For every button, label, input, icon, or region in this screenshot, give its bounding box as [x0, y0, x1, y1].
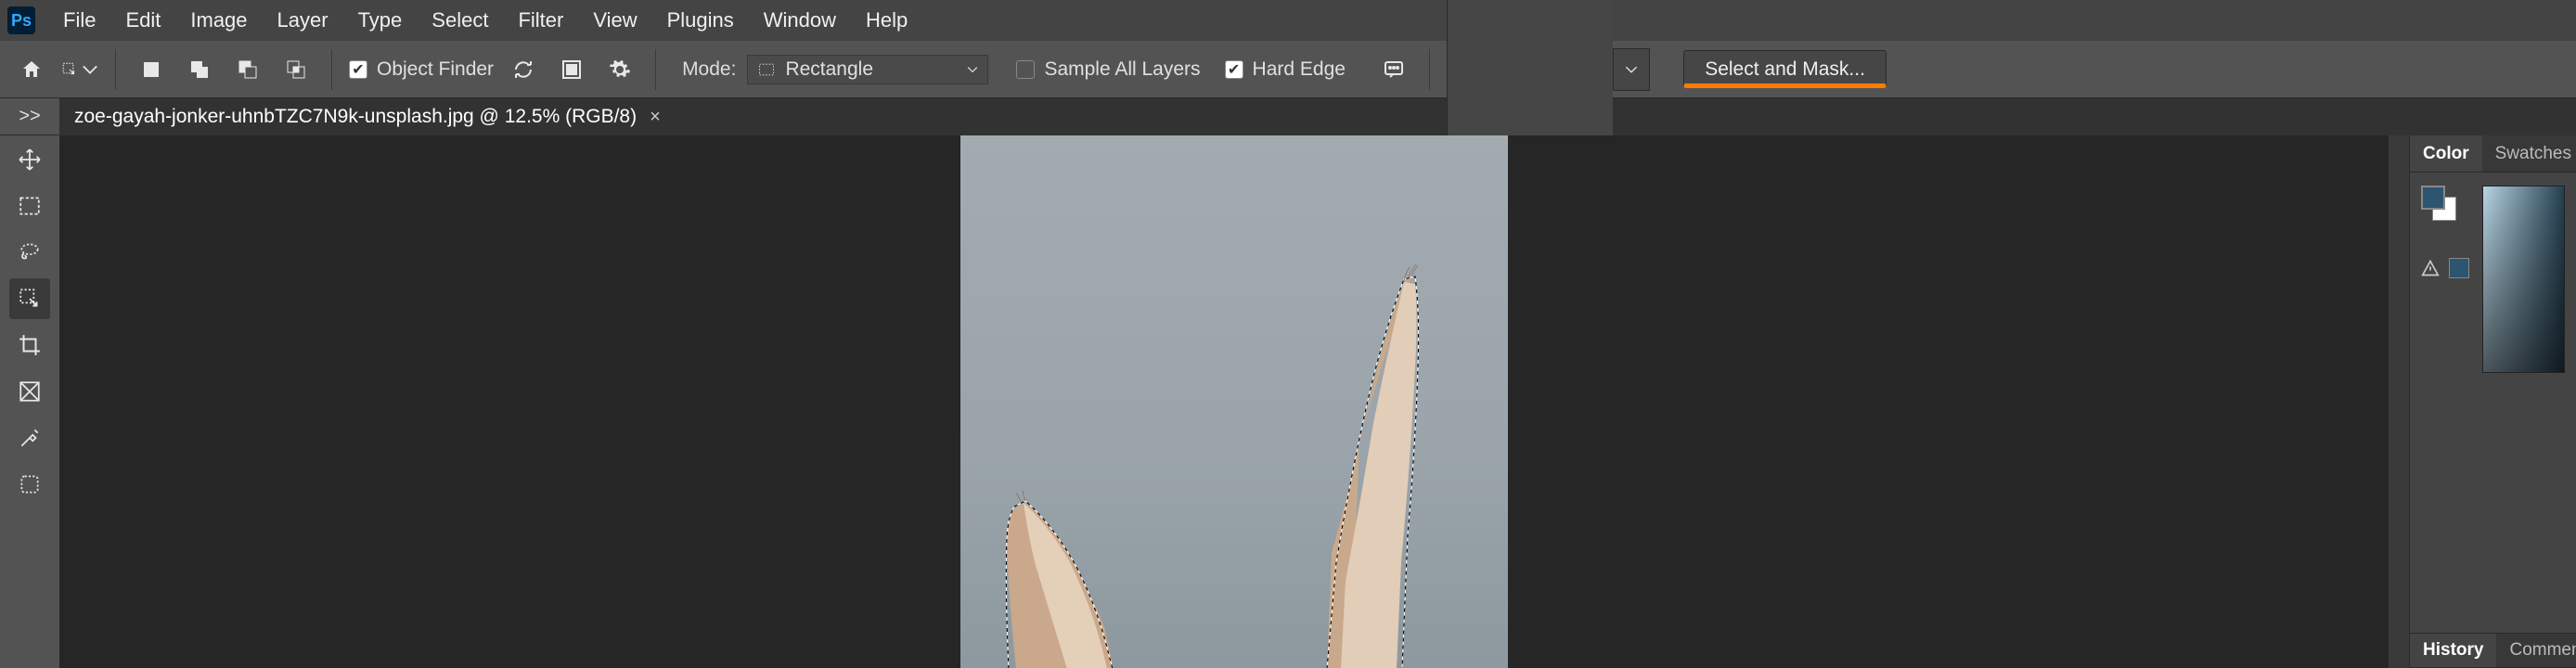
object-finder-checkbox[interactable]: ✔ Object Finder — [349, 58, 494, 81]
vertical-scrollbar[interactable] — [2389, 135, 2409, 668]
home-icon — [20, 58, 43, 81]
menu-plugins[interactable]: Plugins — [652, 3, 749, 38]
healing-tool[interactable] — [9, 464, 50, 505]
color-panel — [2410, 173, 2576, 386]
history-panel-tabs: History Comments — [2410, 633, 2576, 668]
new-selection-icon — [140, 58, 162, 81]
chevron-down-icon — [1625, 63, 1638, 76]
mode-label: Mode: — [682, 58, 736, 81]
home-button[interactable] — [13, 51, 50, 88]
fg-bg-swatches[interactable] — [2421, 186, 2456, 221]
gamut-warning-icon[interactable] — [2421, 259, 2440, 277]
separator — [1429, 49, 1430, 90]
menu-image[interactable]: Image — [175, 3, 262, 38]
menu-window[interactable]: Window — [749, 3, 851, 38]
object-finder-label: Object Finder — [377, 58, 494, 81]
subtract-selection-button[interactable] — [229, 51, 266, 88]
document-title: zoe-gayah-jonker-uhnbTZC7N9k-unsplash.jp… — [74, 106, 637, 128]
tools-panel — [0, 135, 59, 668]
refresh-icon — [512, 58, 535, 81]
intersect-selection-icon — [285, 58, 307, 81]
tab-swatches[interactable]: Swatches — [2482, 135, 2576, 172]
separator — [331, 49, 332, 90]
crop-icon — [18, 333, 42, 357]
checkbox-checked-icon: ✔ — [1225, 60, 1243, 79]
object-selection-tool[interactable] — [9, 278, 50, 319]
sample-all-label: Sample All Layers — [1044, 58, 1200, 81]
object-selection-icon — [18, 287, 42, 311]
panel-expand-button[interactable]: >> — [0, 98, 59, 135]
close-document-button[interactable]: × — [650, 107, 661, 128]
menu-bar: Ps File Edit Image Layer Type Select Fil… — [0, 0, 2576, 41]
add-selection-button[interactable] — [181, 51, 218, 88]
spot-heal-icon — [18, 472, 42, 496]
feedback-button[interactable] — [1375, 51, 1412, 88]
checkbox-checked-icon: ✔ — [349, 60, 367, 79]
hard-edge-checkbox[interactable]: ✔ Hard Edge — [1225, 58, 1346, 81]
move-tool[interactable] — [9, 139, 50, 180]
feedback-icon — [1383, 58, 1405, 81]
move-icon — [18, 148, 42, 172]
chevron-down-icon — [967, 64, 978, 75]
frame-tool[interactable] — [9, 371, 50, 412]
document-canvas[interactable] — [960, 135, 1508, 668]
separator — [115, 49, 116, 90]
marquee-tool[interactable] — [9, 186, 50, 226]
menu-help[interactable]: Help — [851, 3, 922, 38]
subtract-selection-icon — [237, 58, 259, 81]
eyedropper-tool[interactable] — [9, 418, 50, 458]
refresh-button[interactable] — [505, 51, 542, 88]
select-subject-dropdown[interactable] — [1613, 48, 1650, 91]
checkbox-unchecked-icon — [1016, 60, 1035, 79]
menu-view[interactable]: View — [578, 3, 651, 38]
color-field[interactable] — [2482, 186, 2565, 373]
gear-icon — [609, 58, 631, 81]
frame-icon — [18, 379, 42, 404]
menu-edit[interactable]: Edit — [110, 3, 175, 38]
menu-filter[interactable]: Filter — [503, 3, 578, 38]
document-tab-row: >> zoe-gayah-jonker-uhnbTZC7N9k-unsplash… — [0, 98, 2576, 135]
main-area: Color Swatches Gra History Comments — [0, 135, 2576, 668]
object-selection-icon — [61, 58, 78, 81]
menu-type[interactable]: Type — [343, 3, 418, 38]
color-panel-tabs: Color Swatches Gra — [2410, 135, 2576, 173]
intersect-selection-button[interactable] — [277, 51, 315, 88]
menu-select[interactable]: Select — [417, 3, 503, 38]
mode-value: Rectangle — [785, 58, 873, 81]
marquee-icon — [18, 194, 42, 218]
canvas-area[interactable] — [59, 135, 2409, 668]
crop-tool[interactable] — [9, 325, 50, 366]
overlay-icon — [560, 58, 583, 81]
lasso-icon — [18, 240, 42, 264]
show-objects-button[interactable] — [553, 51, 590, 88]
rectangle-marquee-icon — [757, 60, 776, 79]
add-selection-icon — [188, 58, 211, 81]
mode-select[interactable]: Rectangle — [747, 55, 988, 84]
menu-layer[interactable]: Layer — [263, 3, 343, 38]
lasso-tool[interactable] — [9, 232, 50, 273]
sample-all-layers-checkbox[interactable]: Sample All Layers — [1016, 58, 1200, 81]
tab-comments[interactable]: Comments — [2496, 634, 2576, 667]
options-gear-button[interactable] — [601, 51, 638, 88]
new-selection-button[interactable] — [133, 51, 170, 88]
foreground-swatch[interactable] — [2421, 186, 2445, 210]
tab-history[interactable]: History — [2410, 634, 2496, 667]
menu-file[interactable]: File — [48, 3, 110, 38]
eyedropper-icon — [18, 426, 42, 450]
chevron-down-icon — [82, 58, 98, 81]
options-bar: ✔ Object Finder Mode: Rectangle Sample A… — [0, 41, 2576, 98]
tab-color[interactable]: Color — [2410, 135, 2482, 172]
gamut-swatch[interactable] — [2449, 258, 2469, 278]
separator — [655, 49, 656, 90]
document-tab[interactable]: zoe-gayah-jonker-uhnbTZC7N9k-unsplash.jp… — [59, 98, 676, 135]
tool-preset-button[interactable] — [61, 51, 98, 88]
select-and-mask-button[interactable]: Select and Mask... — [1683, 50, 1887, 88]
app-logo[interactable]: Ps — [7, 6, 35, 34]
right-panels: Color Swatches Gra History Comments — [2409, 135, 2576, 668]
canvas-content — [960, 135, 1508, 668]
hard-edge-label: Hard Edge — [1253, 58, 1346, 81]
